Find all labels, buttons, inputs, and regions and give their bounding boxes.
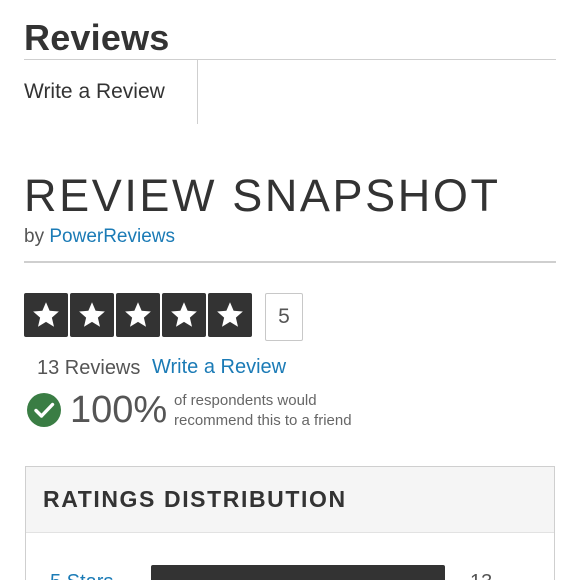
star-box bbox=[116, 293, 160, 337]
star-box bbox=[70, 293, 114, 337]
review-count[interactable]: 13 Reviews bbox=[37, 356, 140, 380]
star-rating bbox=[24, 293, 252, 337]
reviews-heading: Reviews bbox=[24, 17, 170, 58]
powerreviews-link[interactable]: PowerReviews bbox=[49, 226, 175, 247]
star-box bbox=[208, 293, 252, 337]
write-review-tab[interactable]: Write a Review bbox=[24, 79, 165, 105]
rating-value-badge: 5 bbox=[265, 293, 303, 341]
ratings-distribution-header: RATINGS DISTRIBUTION bbox=[26, 467, 554, 533]
recommend-text: of respondents would recommend this to a… bbox=[174, 392, 352, 429]
heading-divider bbox=[24, 59, 556, 60]
star-box bbox=[24, 293, 68, 337]
reviews-page: Reviews Write a Review REVIEW SNAPSHOT b… bbox=[0, 0, 580, 580]
distribution-row-5-stars[interactable]: 5 Stars 13 bbox=[26, 565, 554, 580]
snapshot-divider bbox=[24, 261, 556, 263]
star-icon bbox=[171, 302, 197, 327]
ratings-distribution-panel: RATINGS DISTRIBUTION 5 Stars 13 bbox=[25, 466, 555, 580]
star-icon bbox=[79, 302, 105, 327]
ratings-distribution-title: RATINGS DISTRIBUTION bbox=[43, 486, 347, 512]
tab-divider bbox=[197, 60, 198, 124]
check-circle-icon bbox=[27, 393, 61, 427]
distribution-row-count: 13 bbox=[470, 571, 492, 580]
recommend-percent: 100% bbox=[70, 389, 168, 431]
snapshot-title: REVIEW SNAPSHOT bbox=[24, 170, 501, 221]
by-line: by PowerReviews bbox=[24, 225, 175, 249]
star-icon bbox=[217, 302, 243, 327]
star-icon bbox=[125, 302, 151, 327]
star-box bbox=[162, 293, 206, 337]
star-icon bbox=[33, 302, 59, 327]
write-review-link[interactable]: Write a Review bbox=[152, 355, 286, 379]
distribution-row-label[interactable]: 5 Stars bbox=[50, 571, 113, 580]
distribution-bar-fill bbox=[151, 565, 445, 580]
distribution-bar-track bbox=[151, 565, 445, 580]
by-prefix: by bbox=[24, 226, 45, 247]
